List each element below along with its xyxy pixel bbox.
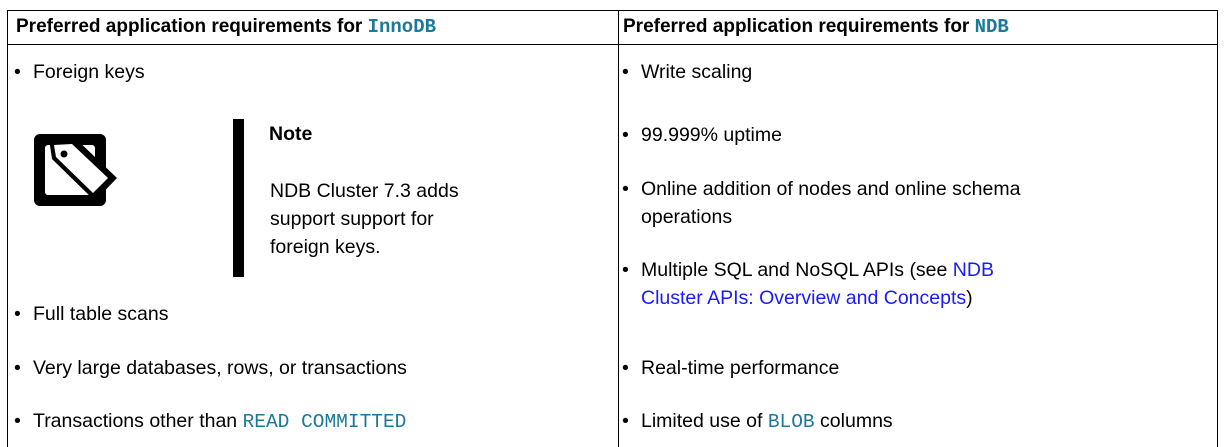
ndb-code: NDB	[974, 16, 1009, 38]
innodb-code: InnoDB	[367, 16, 437, 38]
bullet: •	[14, 61, 21, 83]
note-tag-icon	[34, 134, 117, 206]
ndb-apis-link[interactable]: NDB	[953, 259, 994, 281]
ndb-apis-link-cont[interactable]: Cluster APIs: Overview and Concepts	[641, 287, 966, 309]
blob-code: BLOB	[767, 411, 815, 433]
read-committed-code: READ COMMITTED	[242, 411, 407, 433]
header-innodb: Preferred application requirements for I…	[16, 16, 437, 38]
comparison-table: Preferred application requirements for I…	[7, 10, 1218, 447]
header-divider	[8, 44, 1217, 45]
column-divider	[618, 11, 619, 447]
header-ndb: Preferred application requirements for N…	[623, 16, 1009, 38]
note-body: NDB Cluster 7.3 adds support support for…	[270, 180, 459, 258]
note-title: Note	[269, 123, 313, 145]
note-bar	[233, 119, 244, 277]
